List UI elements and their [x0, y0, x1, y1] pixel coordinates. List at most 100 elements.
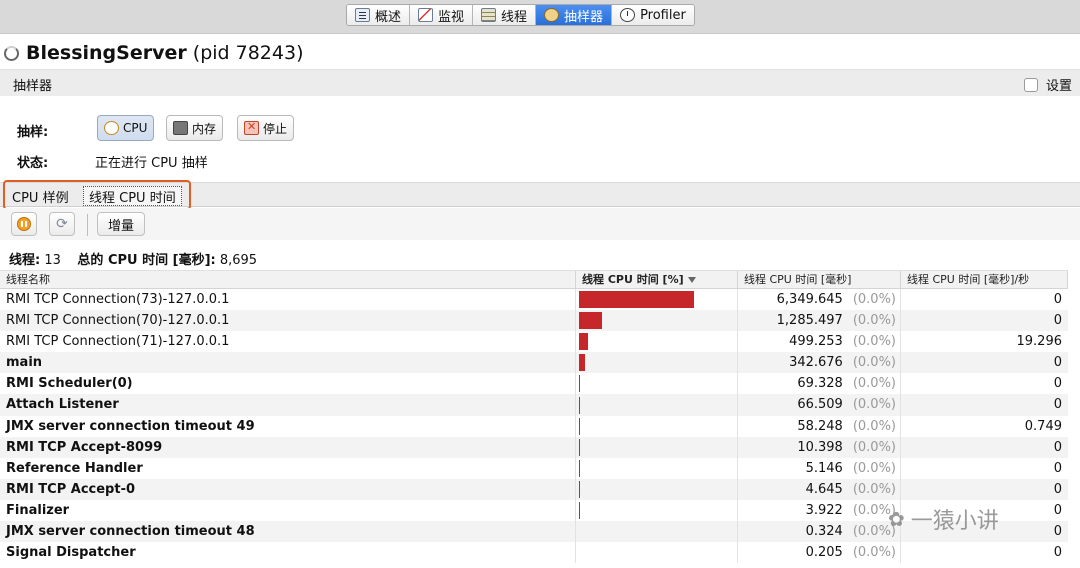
- watermark-text: 一猿小讲: [910, 509, 999, 534]
- cpu-share-cell: [576, 394, 738, 416]
- cpu-share-cell: [576, 436, 738, 458]
- cpu-share-bar: [579, 312, 603, 330]
- cpu-share-cell: [576, 521, 738, 543]
- cpu-ms-cell: 69.328 (0.0%): [738, 373, 901, 395]
- stop-button[interactable]: 停止: [237, 115, 295, 141]
- table-row[interactable]: JMX server connection timeout 49 58.248 (0…: [0, 415, 1068, 437]
- memory-chip-icon: [173, 121, 188, 135]
- cpu-share-cell: [576, 310, 738, 332]
- cpu-share-bar: [579, 438, 580, 456]
- column-header-cpu-ms-per-sec[interactable]: 线程 CPU 时间 [毫秒]/秒: [901, 271, 1068, 289]
- table-row[interactable]: Reference Handler 5.146 (0.0%) 0: [0, 457, 1068, 479]
- tab-monitor[interactable]: 监视: [410, 5, 474, 25]
- cpu-ms-percent: (0.0%): [852, 355, 896, 371]
- table-row[interactable]: RMI Scheduler(0) 69.328 (0.0%) 0: [0, 373, 1068, 395]
- thread-name-cell: JMX server connection timeout 48: [0, 521, 576, 543]
- thread-name-cell: RMI TCP Accept-8099: [0, 436, 576, 458]
- cpu-ms-value: 58.248: [797, 418, 843, 434]
- cpu-ms-value: 0.324: [805, 524, 843, 540]
- column-header-thread-name[interactable]: 线程名称: [0, 271, 576, 289]
- pause-button[interactable]: [11, 212, 37, 236]
- sampler-result-tabs: CPU 样例 线程 CPU 时间: [0, 182, 1080, 207]
- cpu-rate-cell: 0.749: [1024, 418, 1062, 434]
- cpu-share-cell: [576, 289, 738, 311]
- profiler-icon: [620, 8, 636, 22]
- cpu-ms-cell: 10.398 (0.0%): [738, 436, 901, 458]
- table-row[interactable]: Signal Dispatcher 0.205 (0.0%) 0: [0, 542, 1068, 564]
- column-header-cpu-percent[interactable]: 线程 CPU 时间 [%]: [576, 271, 738, 289]
- cpu-ms-percent: (0.0%): [852, 376, 896, 392]
- tab-profiler[interactable]: Profiler: [612, 5, 694, 25]
- cpu-share-cell: [576, 373, 738, 395]
- page-title: BlessingServer (pid 78243): [4, 40, 304, 66]
- refresh-button[interactable]: ⟳: [49, 212, 75, 236]
- app-name: BlessingServer: [26, 42, 187, 64]
- delta-button[interactable]: 增量: [97, 212, 146, 236]
- cpu-rate-cell: 19.296: [1016, 334, 1063, 350]
- table-row[interactable]: Attach Listener 66.509 (0.0%) 0: [0, 394, 1068, 416]
- table-row[interactable]: RMI TCP Accept-0 4.645 (0.0%) 0: [0, 478, 1068, 500]
- cpu-share-cell: [576, 352, 738, 374]
- cpu-ms-value: 499.253: [789, 334, 843, 350]
- cpu-ms-value: 342.676: [789, 355, 843, 371]
- thread-name-cell: Signal Dispatcher: [0, 542, 576, 564]
- cpu-gauge-icon: [104, 121, 119, 135]
- column-header-label: 线程 CPU 时间 [%]: [582, 273, 684, 286]
- pause-icon: [17, 217, 31, 231]
- cpu-ms-cell: 3.922 (0.0%): [738, 499, 901, 522]
- sampler-section-header: 抽样器 设置: [0, 69, 1080, 96]
- total-cpu-value: 8,695: [219, 253, 258, 268]
- cpu-ms-percent: (0.0%): [852, 418, 896, 434]
- table-row[interactable]: RMI TCP Connection(70)-127.0.0.1 1,285.49…: [0, 310, 1068, 332]
- cpu-ms-cell: 1,285.497 (0.0%): [738, 310, 901, 332]
- cpu-share-bar: [579, 333, 588, 351]
- toolbar-divider: [87, 214, 88, 236]
- status-label: 状态:: [17, 156, 49, 171]
- cpu-ms-cell: 4.645 (0.0%): [738, 478, 901, 500]
- status-value: 正在进行 CPU 抽样: [95, 156, 208, 171]
- cpu-sampling-button[interactable]: CPU: [97, 115, 155, 141]
- tab-label: Profiler: [640, 7, 686, 23]
- thread-name-cell: Finalizer: [0, 499, 576, 522]
- cpu-ms-cell: 58.248 (0.0%): [738, 415, 901, 437]
- table-header: 线程名称 线程 CPU 时间 [%] 线程 CPU 时间 [毫秒] 线程 CPU…: [0, 270, 1068, 289]
- table-row[interactable]: main 342.676 (0.0%) 0: [0, 352, 1068, 374]
- cpu-share-cell: [576, 457, 738, 479]
- cpu-ms-cell: 5.146 (0.0%): [738, 457, 901, 479]
- settings-checkbox[interactable]: [1023, 77, 1038, 92]
- tab-label: 抽样器: [564, 9, 604, 25]
- cpu-ms-percent: (0.0%): [852, 313, 896, 329]
- cpu-share-cell: [576, 478, 738, 500]
- tab-sampler[interactable]: 抽样器: [536, 5, 613, 25]
- threads-count-label: 线程:: [9, 253, 41, 268]
- tab-cpu-samples[interactable]: CPU 样例: [7, 186, 74, 206]
- summary-line: 线程: 13 总的 CPU 时间 [毫秒]: 8,695: [9, 249, 257, 268]
- cpu-share-cell: [576, 415, 738, 437]
- cpu-rate-cell: 0: [1053, 292, 1062, 307]
- cpu-ms-percent: (0.0%): [852, 439, 896, 455]
- table-row[interactable]: RMI TCP Connection(73)-127.0.0.1 6,349.64…: [0, 289, 1068, 311]
- refresh-icon: ⟳: [56, 216, 68, 232]
- memory-sampling-button[interactable]: 内存: [166, 115, 224, 141]
- tab-threads[interactable]: 线程: [473, 5, 537, 25]
- tab-overview[interactable]: 概述: [347, 5, 411, 25]
- cpu-rate-cell: 0: [1053, 545, 1062, 561]
- table-row[interactable]: RMI TCP Connection(71)-127.0.0.1 499.253 (…: [0, 331, 1068, 353]
- tab-label: 线程: [501, 9, 528, 25]
- cpu-ms-value: 6,349.645: [776, 292, 843, 307]
- cpu-ms-value: 3.922: [805, 502, 843, 518]
- app-pid: (pid 78243): [192, 42, 304, 64]
- overview-icon: [355, 8, 370, 22]
- settings-toggle[interactable]: 设置: [1023, 75, 1072, 94]
- column-header-cpu-ms[interactable]: 线程 CPU 时间 [毫秒]: [738, 271, 901, 289]
- cpu-ms-value: 10.398: [797, 439, 843, 455]
- thread-name-cell: Reference Handler: [0, 457, 576, 479]
- cpu-ms-percent: (0.0%): [852, 292, 896, 307]
- cpu-share-bar: [579, 501, 580, 519]
- table-row[interactable]: RMI TCP Accept-8099 10.398 (0.0%) 0: [0, 436, 1068, 458]
- tab-thread-cpu-time[interactable]: 线程 CPU 时间: [83, 186, 182, 206]
- loading-spinner-icon: [4, 45, 19, 61]
- cpu-button-label: CPU: [123, 121, 148, 135]
- cpu-ms-percent: (0.0%): [852, 397, 896, 413]
- tab-label: 监视: [438, 9, 465, 25]
